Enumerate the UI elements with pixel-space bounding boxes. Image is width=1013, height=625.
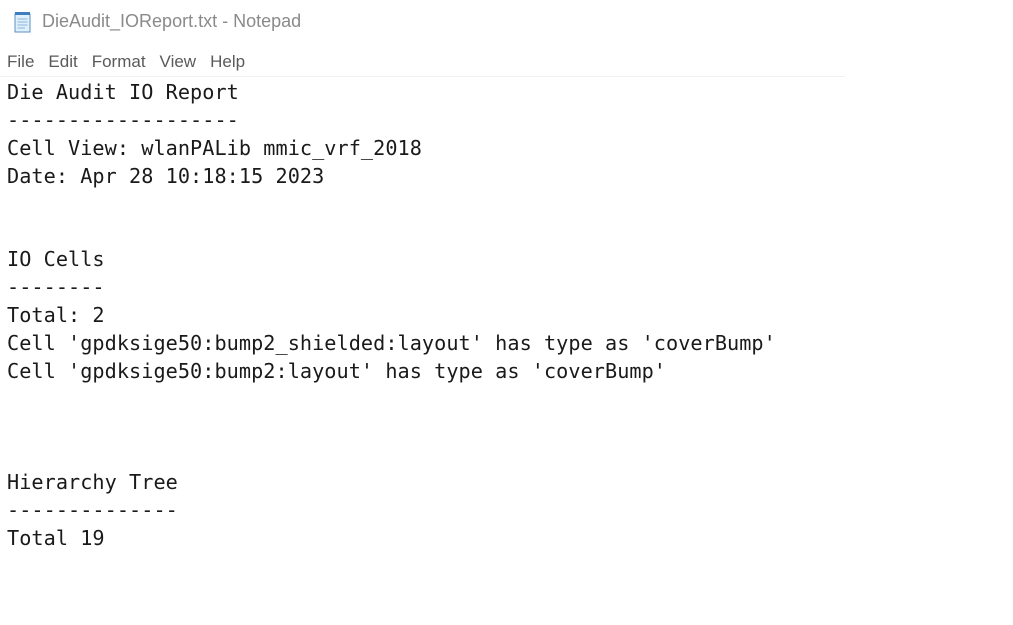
io-cell-entry-line: Cell 'gpdksige50:bump2_shielded:layout' … — [7, 331, 776, 355]
menu-help[interactable]: Help — [203, 48, 252, 76]
report-title-line: Die Audit IO Report — [7, 80, 239, 104]
menu-bar: File Edit Format View Help — [0, 48, 845, 77]
separator-line: -------------- — [7, 498, 178, 522]
menu-view[interactable]: View — [153, 48, 204, 76]
io-cells-heading-line: IO Cells — [7, 247, 105, 271]
menu-file[interactable]: File — [0, 48, 41, 76]
hierarchy-tree-heading-line: Hierarchy Tree — [7, 470, 178, 494]
cell-view-line: Cell View: wlanPALib mmic_vrf_2018 — [7, 136, 422, 160]
io-cells-total-line: Total: 2 — [7, 303, 105, 327]
separator-line: -------- — [7, 275, 105, 299]
separator-line: ------------------- — [7, 108, 239, 132]
menu-format[interactable]: Format — [85, 48, 153, 76]
hierarchy-total-line: Total 19 — [7, 526, 105, 550]
window-title: DieAudit_IOReport.txt - Notepad — [42, 11, 302, 31]
text-editor[interactable]: Die Audit IO Report ------------------- … — [0, 78, 1013, 625]
io-cell-entry-line: Cell 'gpdksige50:bump2:layout' has type … — [7, 359, 667, 383]
menu-edit[interactable]: Edit — [41, 48, 84, 76]
date-line: Date: Apr 28 10:18:15 2023 — [7, 164, 325, 188]
notepad-icon — [14, 12, 31, 33]
title-bar[interactable]: DieAudit_IOReport.txt - Notepad — [0, 0, 1013, 44]
